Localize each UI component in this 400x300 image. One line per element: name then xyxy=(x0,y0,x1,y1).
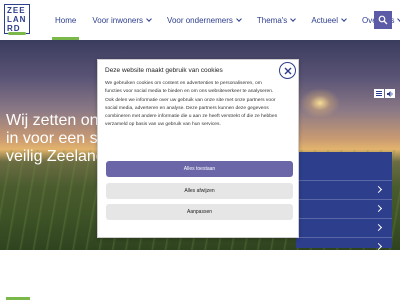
cookie-body-line: Ook delen we informatie over uw gebruik … xyxy=(105,97,276,103)
cookie-body-line: verzameld op basis van uw gebruik van hu… xyxy=(105,122,221,128)
cookie-body-line: We gebruiken cookies om content en adver… xyxy=(105,81,262,86)
cookie-body-line: functies voor social media te bieden en … xyxy=(105,89,274,95)
close-button[interactable] xyxy=(279,62,296,79)
accept-all-button[interactable]: Alles toestaan xyxy=(106,161,293,177)
cookie-body-line: social media, adverteren en analyse. Dez… xyxy=(105,105,269,111)
cookie-dialog-title: Deze website maakt gebruik van cookies xyxy=(105,67,223,74)
close-icon xyxy=(284,67,291,74)
cookie-body-line: combineren met andere informatie die u a… xyxy=(105,114,278,120)
cookie-consent-dialog: Deze website maakt gebruik van cookies W… xyxy=(97,59,299,238)
cookie-dialog-body: We gebruiken cookies om content en adver… xyxy=(105,80,295,130)
reject-all-button[interactable]: Alles afwijzen xyxy=(106,183,293,199)
customize-button[interactable]: Aanpassen xyxy=(106,204,293,220)
